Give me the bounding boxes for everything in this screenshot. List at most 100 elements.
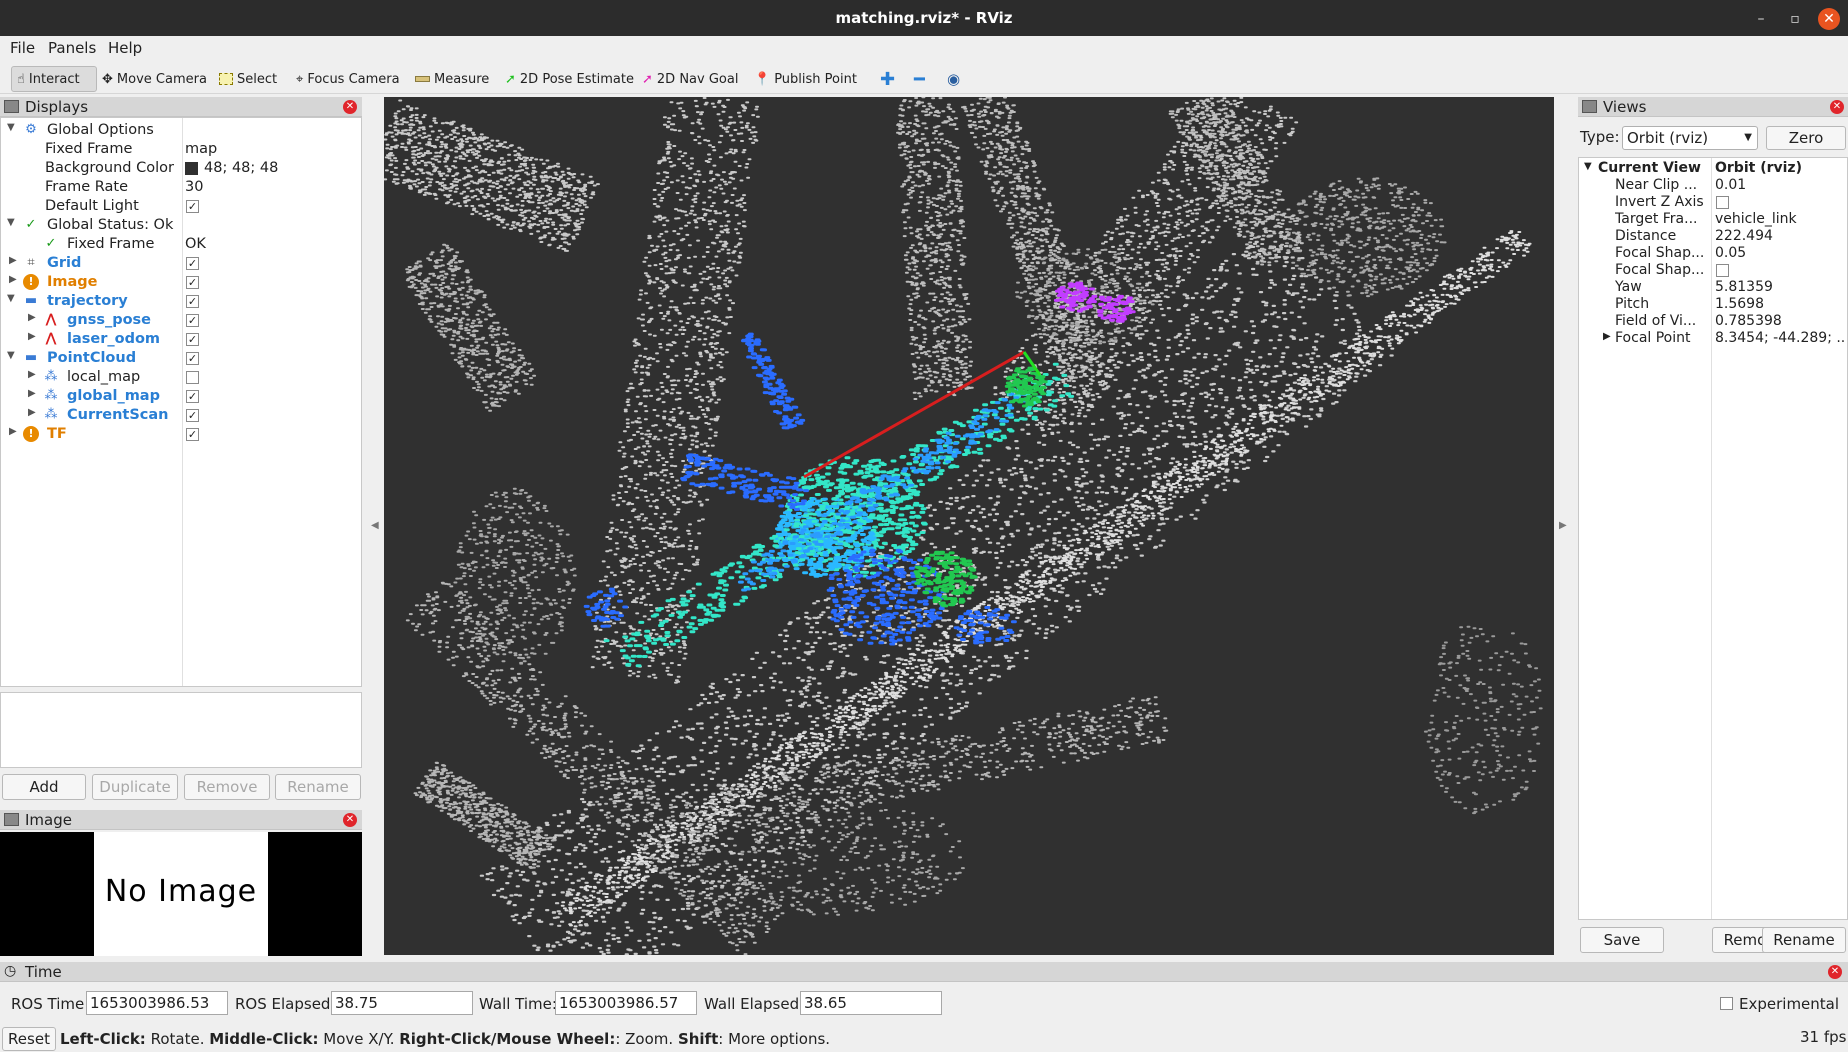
tree-row-global-options[interactable]: ▼ ⚙ Global Options — [1, 121, 361, 140]
prop-field-of-view[interactable]: Field of Vi... 0.785398 — [1579, 313, 1847, 330]
prop-target-frame[interactable]: Target Fra... vehicle_link — [1579, 211, 1847, 228]
remove-tool-icon[interactable]: ━ — [914, 66, 925, 92]
collapse-right-icon[interactable]: ▶ — [1559, 520, 1567, 531]
minimize-button[interactable]: – — [1750, 8, 1772, 30]
expand-arrow-icon[interactable]: ▶ — [28, 407, 36, 418]
measure-tool-button[interactable]: Measure — [415, 66, 489, 92]
experimental-checkbox[interactable] — [1720, 997, 1733, 1010]
close-image-panel-icon[interactable]: ✕ — [343, 813, 357, 827]
image-checkbox[interactable]: ✓ — [186, 276, 199, 289]
prop-invert-z[interactable]: Invert Z Axis — [1579, 194, 1847, 211]
prop-value[interactable]: 8.3454; -44.289; ... — [1715, 330, 1845, 346]
tree-row-pointcloud[interactable]: ▼ ▬ PointCloud ✓ — [1, 349, 361, 368]
expand-arrow-icon[interactable]: ▶ — [9, 274, 17, 285]
tree-row-status-fixed-frame[interactable]: ✓ Fixed Frame OK — [1, 235, 361, 254]
publish-point-tool-button[interactable]: 📍 Publish Point — [754, 66, 857, 92]
tree-row-global-map[interactable]: ▶ ⁂ global_map ✓ — [1, 387, 361, 406]
view-type-select[interactable]: Orbit (rviz) ▼ — [1622, 126, 1758, 150]
nav-goal-tool-button[interactable]: ➚ 2D Nav Goal — [642, 66, 738, 92]
collapse-arrow-icon[interactable]: ▼ — [7, 293, 15, 304]
expand-arrow-icon[interactable]: ▶ — [28, 331, 36, 342]
select-tool-button[interactable]: Select — [219, 66, 277, 92]
gnss-pose-checkbox[interactable]: ✓ — [186, 314, 199, 327]
collapse-left-icon[interactable]: ◀ — [371, 520, 379, 531]
tree-row-local-map[interactable]: ▶ ⁂ local_map — [1, 368, 361, 387]
menu-panels[interactable]: Panels — [48, 39, 96, 57]
pointcloud-checkbox[interactable]: ✓ — [186, 352, 199, 365]
prop-value[interactable]: 5.81359 — [1715, 279, 1845, 295]
view-eye-icon[interactable]: ◉ — [947, 66, 960, 92]
tree-row-trajectory[interactable]: ▼ ▬ trajectory ✓ — [1, 292, 361, 311]
expand-arrow-icon[interactable]: ▶ — [9, 255, 17, 266]
local-map-checkbox[interactable] — [186, 371, 199, 384]
rename-display-button[interactable]: Rename — [275, 774, 361, 800]
close-time-panel-icon[interactable]: ✕ — [1828, 965, 1842, 979]
maximize-button[interactable]: ▫ — [1784, 8, 1806, 30]
reset-button[interactable]: Reset — [2, 1027, 56, 1051]
trajectory-checkbox[interactable]: ✓ — [186, 295, 199, 308]
collapse-arrow-icon[interactable]: ▼ — [1584, 161, 1592, 172]
prop-value[interactable]: 0.05 — [1715, 245, 1845, 261]
tree-row-default-light[interactable]: Default Light ✓ — [1, 197, 361, 216]
background-color-value[interactable]: 48; 48; 48 — [204, 160, 278, 176]
zero-button[interactable]: Zero — [1766, 126, 1846, 150]
default-light-checkbox[interactable]: ✓ — [186, 200, 199, 213]
close-displays-icon[interactable]: ✕ — [343, 100, 357, 114]
prop-value[interactable]: 0.01 — [1715, 177, 1845, 193]
focus-camera-tool-button[interactable]: ⌖ Focus Camera — [296, 66, 400, 92]
tree-row-currentscan[interactable]: ▶ ⁂ CurrentScan ✓ — [1, 406, 361, 425]
collapse-arrow-icon[interactable]: ▼ — [7, 217, 15, 228]
frame-rate-value[interactable]: 30 — [185, 179, 203, 195]
prop-focal-point[interactable]: ▶ Focal Point 8.3454; -44.289; ... — [1579, 330, 1847, 347]
3d-render-viewport[interactable] — [384, 97, 1554, 955]
prop-value[interactable]: vehicle_link — [1715, 211, 1845, 227]
grid-checkbox[interactable]: ✓ — [186, 257, 199, 270]
prop-near-clip[interactable]: Near Clip ... 0.01 — [1579, 177, 1847, 194]
wall-time-field[interactable]: 1653003986.57 — [555, 991, 697, 1015]
prop-focal-shape-size[interactable]: Focal Shap... 0.05 — [1579, 245, 1847, 262]
invert-z-checkbox[interactable] — [1716, 196, 1729, 209]
expand-arrow-icon[interactable]: ▶ — [28, 369, 36, 380]
prop-value[interactable]: 222.494 — [1715, 228, 1845, 244]
tree-row-background-color[interactable]: Background Color 48; 48; 48 — [1, 159, 361, 178]
tree-row-fixed-frame[interactable]: Fixed Frame map — [1, 140, 361, 159]
expand-arrow-icon[interactable]: ▶ — [28, 312, 36, 323]
laser-odom-checkbox[interactable]: ✓ — [186, 333, 199, 346]
tree-row-laser-odom[interactable]: ▶ ⋀ laser_odom ✓ — [1, 330, 361, 349]
prop-focal-shape-fixed[interactable]: Focal Shap... — [1579, 262, 1847, 279]
prop-value[interactable]: 0.785398 — [1715, 313, 1845, 329]
tf-checkbox[interactable]: ✓ — [186, 428, 199, 441]
tree-row-image[interactable]: ▶ ! Image ✓ — [1, 273, 361, 292]
prop-current-view[interactable]: ▼ Current View Orbit (rviz) — [1579, 160, 1847, 177]
menu-help[interactable]: Help — [108, 39, 142, 57]
interact-tool-button[interactable]: ☝ Interact — [11, 66, 97, 92]
move-camera-tool-button[interactable]: ✥ Move Camera — [102, 66, 207, 92]
save-view-button[interactable]: Save — [1580, 927, 1664, 953]
collapse-arrow-icon[interactable]: ▼ — [7, 350, 15, 361]
prop-distance[interactable]: Distance 222.494 — [1579, 228, 1847, 245]
ros-elapsed-field[interactable]: 38.75 — [331, 991, 473, 1015]
wall-elapsed-field[interactable]: 38.65 — [800, 991, 942, 1015]
duplicate-display-button[interactable]: Duplicate — [92, 774, 178, 800]
prop-yaw[interactable]: Yaw 5.81359 — [1579, 279, 1847, 296]
tree-row-global-status[interactable]: ▼ ✓ Global Status: Ok — [1, 216, 361, 235]
collapse-arrow-icon[interactable]: ▼ — [7, 122, 15, 133]
ros-time-field[interactable]: 1653003986.53 — [86, 991, 228, 1015]
add-display-button[interactable]: Add — [2, 774, 86, 800]
global-map-checkbox[interactable]: ✓ — [186, 390, 199, 403]
add-tool-icon[interactable]: ✚ — [880, 66, 895, 92]
close-views-icon[interactable]: ✕ — [1830, 100, 1844, 114]
rename-view-button[interactable]: Rename — [1762, 927, 1846, 953]
tree-row-grid[interactable]: ▶ ⌗ Grid ✓ — [1, 254, 361, 273]
remove-display-button[interactable]: Remove — [184, 774, 270, 800]
tree-row-gnss-pose[interactable]: ▶ ⋀ gnss_pose ✓ — [1, 311, 361, 330]
pose-estimate-tool-button[interactable]: ➚ 2D Pose Estimate — [505, 66, 634, 92]
tree-row-frame-rate[interactable]: Frame Rate 30 — [1, 178, 361, 197]
expand-arrow-icon[interactable]: ▶ — [1603, 331, 1611, 342]
expand-arrow-icon[interactable]: ▶ — [28, 388, 36, 399]
currentscan-checkbox[interactable]: ✓ — [186, 409, 199, 422]
prop-value[interactable]: 1.5698 — [1715, 296, 1845, 312]
tree-row-tf[interactable]: ▶ ! TF ✓ — [1, 425, 361, 444]
focal-shape-checkbox[interactable] — [1716, 264, 1729, 277]
fixed-frame-value[interactable]: map — [185, 141, 217, 157]
